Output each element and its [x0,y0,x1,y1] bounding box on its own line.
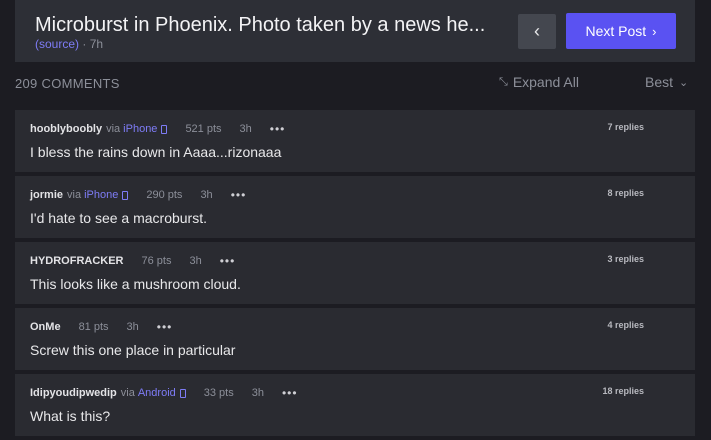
comment-text: I bless the rains down in Aaaa...rizonaa… [30,144,282,160]
comment-author[interactable]: OnMe [30,321,61,333]
post-title[interactable]: Microburst in Phoenix. Photo taken by a … [35,14,485,37]
more-options-icon[interactable]: ••• [157,320,173,334]
post-age: · 7h [82,37,104,51]
more-options-icon[interactable]: ••• [282,386,298,400]
device-label: iPhone [84,189,119,201]
chevron-down-icon: ⌄ [679,76,689,89]
next-post-label: Next Post [585,23,647,39]
comment[interactable]: Idipyoudipwedip via Android 33 pts 3h ••… [15,374,695,436]
comment-text: What is this? [30,408,111,424]
comment-text: This looks like a mushroom cloud. [30,276,241,292]
comment-meta: OnMe 81 pts 3h ••• [30,320,172,334]
replies-count[interactable]: 18 replies [584,386,644,396]
phone-icon [161,124,168,134]
comment-count: 209 COMMENTS [15,76,120,91]
device-label: Android [137,387,176,399]
previous-post-button[interactable]: ‹ [518,14,556,49]
comment-author[interactable]: HYDROFRACKER [30,255,124,267]
post-header: Microburst in Phoenix. Photo taken by a … [15,0,695,62]
via-label: via [67,189,82,201]
more-options-icon[interactable]: ••• [270,122,286,136]
comment-time: 3h [200,189,213,201]
comment-time: 3h [189,255,202,267]
comment-author[interactable]: Idipyoudipwedip [30,387,117,399]
comment-meta: jormie via iPhone 290 pts 3h ••• [30,188,246,202]
sort-label: Best [645,74,674,90]
comment-points: 76 pts [141,255,172,267]
sort-dropdown[interactable]: Best ⌄ [645,74,688,90]
comment-points: 521 pts [185,123,222,135]
expand-all-button[interactable]: ⤡ Expand All [499,74,579,90]
expand-all-label: Expand All [512,74,579,90]
comments-toolbar: 209 COMMENTS ⤡ Expand All Best ⌄ [15,74,695,94]
comment[interactable]: OnMe 81 pts 3h ••• Screw this one place … [15,308,695,370]
comment-meta: HYDROFRACKER 76 pts 3h ••• [30,254,235,268]
comment[interactable]: HYDROFRACKER 76 pts 3h ••• This looks li… [15,242,695,304]
comment-meta: Idipyoudipwedip via Android 33 pts 3h ••… [30,386,298,400]
comment-points: 33 pts [203,387,234,399]
comment-time: 3h [251,387,264,399]
more-options-icon[interactable]: ••• [231,188,247,202]
replies-count[interactable]: 4 replies [584,320,644,330]
phone-icon [122,190,129,200]
comment[interactable]: jormie via iPhone 290 pts 3h ••• I'd hat… [15,176,695,238]
comment-text: Screw this one place in particular [30,342,236,358]
replies-count[interactable]: 8 replies [584,188,644,198]
chevron-right-icon: › [652,23,657,39]
device-label: iPhone [123,123,158,135]
comment-time: 3h [126,321,139,333]
comment-points: 290 pts [146,189,183,201]
comment-time: 3h [239,123,252,135]
more-options-icon[interactable]: ••• [220,254,236,268]
post-meta: (source) · 7h [35,37,103,51]
replies-count[interactable]: 3 replies [584,254,644,264]
chevron-left-icon: ‹ [534,21,540,41]
via-label: via [120,387,135,399]
comment[interactable]: hooblyboobly via iPhone 521 pts 3h ••• I… [15,110,695,172]
via-label: via [106,123,121,135]
phone-icon [179,388,186,398]
comment-list: hooblyboobly via iPhone 521 pts 3h ••• I… [15,110,695,440]
comment-author[interactable]: hooblyboobly [30,123,102,135]
source-link[interactable]: (source) [35,37,79,51]
expand-icon: ⤡ [499,75,508,88]
next-post-button[interactable]: Next Post › [566,13,676,49]
comment-points: 81 pts [78,321,109,333]
comment-meta: hooblyboobly via iPhone 521 pts 3h ••• [30,122,285,136]
replies-count[interactable]: 7 replies [584,122,644,132]
comment-author[interactable]: jormie [30,189,63,201]
comment-text: I'd hate to see a macroburst. [30,210,207,226]
